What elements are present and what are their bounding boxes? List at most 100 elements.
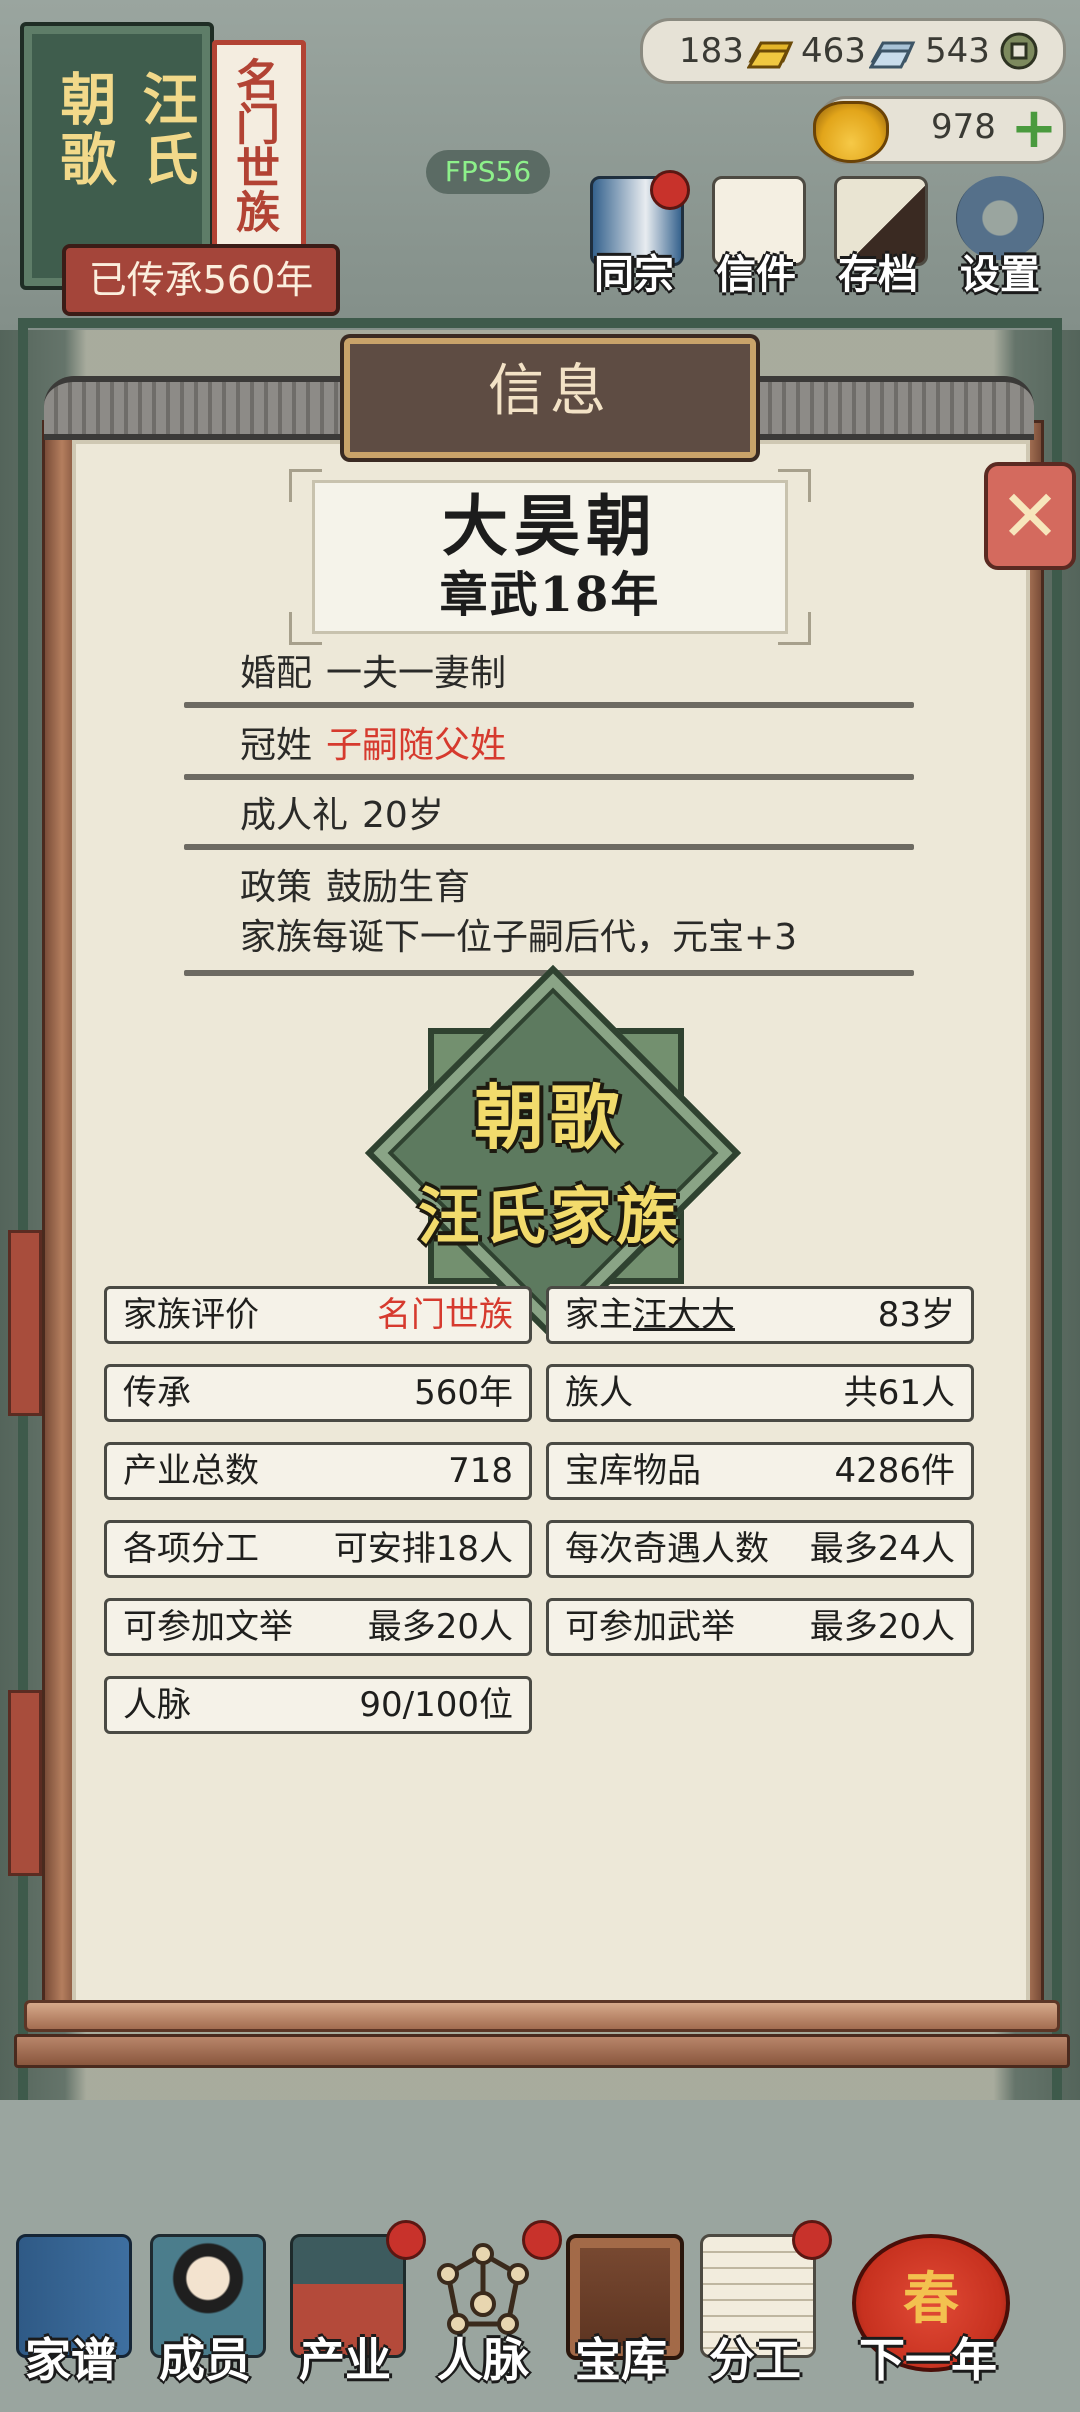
top-nav-save[interactable]: 存档 xyxy=(822,176,934,300)
rule-label: 政策 xyxy=(240,867,313,908)
gold-bar-icon xyxy=(747,41,794,69)
clan-emblem: 朝歌 汪氏家族 xyxy=(364,964,742,1342)
stat-value: 560年 xyxy=(414,1373,513,1413)
rule-label: 婚配 xyxy=(240,653,313,694)
era-corner-ornament xyxy=(289,469,322,502)
bottom-nav-label: 分工 xyxy=(709,2333,801,2387)
emblem-clan: 汪氏家族 xyxy=(417,1180,682,1253)
rule-value: 20岁 xyxy=(362,795,444,836)
rule-label: 冠姓 xyxy=(240,725,313,766)
clan-rank-tag: 名门世族 xyxy=(212,40,306,270)
clan-book[interactable]: 汪氏 朝歌 名门世族 已传承560年 xyxy=(14,14,340,316)
clan-place: 朝歌 xyxy=(51,70,116,190)
stat-clan-rating: 家族评价 名门世族 xyxy=(104,1286,532,1344)
bottom-nav-label: 成员 xyxy=(159,2333,251,2387)
stat-members: 族人 共61人 xyxy=(546,1364,974,1422)
currency-bar: 183 463 543 xyxy=(640,18,1066,84)
top-nav-letters-label: 信件 xyxy=(716,252,796,298)
stat-military-exam: 可参加武举 最多20人 xyxy=(546,1598,974,1656)
silver-bar-icon xyxy=(869,41,916,69)
info-modal: 信息 ✕ 大昊朝 章武18年 婚配 一夫一妻制 冠姓 子嗣随父姓 成人礼 20岁 政策… xyxy=(14,330,1076,2080)
stat-value: 可安排18人 xyxy=(333,1529,513,1569)
rule-marriage: 婚配 一夫一妻制 xyxy=(240,644,506,696)
bottom-nav-label: 家谱 xyxy=(25,2333,117,2387)
emblem-place: 朝歌 xyxy=(474,1077,626,1159)
bottom-nav-industry[interactable]: 产业 xyxy=(280,2220,426,2410)
top-nav-settings[interactable]: 设置 xyxy=(944,176,1056,300)
bottom-nav-network[interactable]: 人脉 xyxy=(418,2220,562,2410)
bottom-nav-next-year[interactable]: 春 下一年 xyxy=(838,2220,1018,2410)
stat-value: 90/100位 xyxy=(359,1685,513,1725)
fps-counter: FPS56 xyxy=(426,150,550,194)
stat-label: 产业总数 xyxy=(123,1451,259,1491)
stat-value: 718 xyxy=(448,1451,513,1491)
rule-policy: 政策 鼓励生育 xyxy=(240,858,470,910)
stat-label: 宝库物品 xyxy=(565,1451,701,1491)
rule-value: 一夫一妻制 xyxy=(326,653,507,694)
top-nav-settings-label: 设置 xyxy=(960,252,1040,298)
rail-top xyxy=(24,2000,1060,2032)
stat-encounter: 每次奇遇人数 最多24人 xyxy=(546,1520,974,1578)
inheritance-banner: 已传承560年 xyxy=(62,244,340,316)
stat-label: 人脉 xyxy=(123,1685,191,1725)
stat-connections: 人脉 90/100位 xyxy=(104,1676,532,1734)
divider xyxy=(184,702,914,708)
bottom-nav-genealogy[interactable]: 家谱 xyxy=(6,2220,136,2410)
ingot-count: 978 xyxy=(931,107,996,147)
stat-value: 最多20人 xyxy=(367,1607,513,1647)
ingot-bar: 978 + xyxy=(813,96,1066,164)
rule-label: 成人礼 xyxy=(240,795,349,836)
bottom-nav-members[interactable]: 成员 xyxy=(140,2220,270,2410)
add-ingot-button[interactable]: + xyxy=(1009,101,1059,157)
top-nav-clan-label: 同宗 xyxy=(594,252,674,298)
stat-label: 可参加武举 xyxy=(565,1607,735,1647)
era-box: 大昊朝 章武18年 xyxy=(289,469,811,645)
stat-label: 家族评价 xyxy=(123,1295,259,1335)
era-corner-ornament xyxy=(289,612,322,645)
stat-industries: 产业总数 718 xyxy=(104,1442,532,1500)
rail-base xyxy=(14,2034,1070,2068)
stat-label: 可参加文举 xyxy=(123,1607,293,1647)
silver-bar-count: 463 xyxy=(801,31,866,71)
coin-count: 543 xyxy=(925,31,990,71)
stat-value: 最多20人 xyxy=(809,1607,955,1647)
stat-value: 83岁 xyxy=(877,1295,955,1335)
era-corner-ornament xyxy=(778,612,811,645)
clan-surname: 汪氏 xyxy=(133,70,198,190)
stat-inheritance: 传承 560年 xyxy=(104,1364,532,1422)
rule-policy-note: 家族每诞下一位子嗣后代，元宝+3 xyxy=(240,917,798,958)
clan-rank: 名门世族 xyxy=(228,57,279,233)
top-nav-save-label: 存档 xyxy=(838,252,918,298)
stat-value: 4286件 xyxy=(834,1451,955,1491)
clan-head-name[interactable]: 汪大大 xyxy=(633,1295,735,1335)
bottom-nav-treasury[interactable]: 宝库 xyxy=(556,2220,686,2410)
stat-clan-head[interactable]: 家主汪大大 83岁 xyxy=(546,1286,974,1344)
divider xyxy=(184,844,914,850)
stat-label: 家主汪大大 xyxy=(565,1295,735,1335)
notification-dot xyxy=(650,170,690,210)
stat-labor: 各项分工 可安排18人 xyxy=(104,1520,532,1578)
bottom-nav-label: 下一年 xyxy=(859,2333,997,2387)
stat-label: 族人 xyxy=(565,1373,633,1413)
stat-label: 每次奇遇人数 xyxy=(565,1529,769,1569)
rule-value: 鼓励生育 xyxy=(326,867,471,908)
bottom-nav: 家谱 成员 产业 人脉 宝库 分工 春 下一年 xyxy=(0,2180,1080,2412)
era-year: 章武18年 xyxy=(439,567,661,623)
title-plaque: 信息 xyxy=(344,338,756,458)
coin-icon xyxy=(1000,32,1038,70)
close-button[interactable]: ✕ xyxy=(984,462,1076,570)
stat-label: 各项分工 xyxy=(123,1529,259,1569)
stat-civil-exam: 可参加文举 最多20人 xyxy=(104,1598,532,1656)
rule-value: 子嗣随父姓 xyxy=(326,725,507,766)
top-nav-letters[interactable]: 信件 xyxy=(700,176,812,300)
stat-value: 名门世族 xyxy=(377,1295,513,1335)
bottom-nav-label: 人脉 xyxy=(437,2333,529,2387)
gold-ingot-icon xyxy=(813,101,889,163)
top-nav-clan[interactable]: 同宗 xyxy=(578,170,690,300)
divider xyxy=(184,774,914,780)
gold-bar-count: 183 xyxy=(679,31,744,71)
stat-label: 传承 xyxy=(123,1373,191,1413)
rule-surname: 冠姓 子嗣随父姓 xyxy=(240,716,506,768)
dynasty-name: 大昊朝 xyxy=(442,487,658,565)
bottom-nav-labor[interactable]: 分工 xyxy=(690,2220,832,2410)
